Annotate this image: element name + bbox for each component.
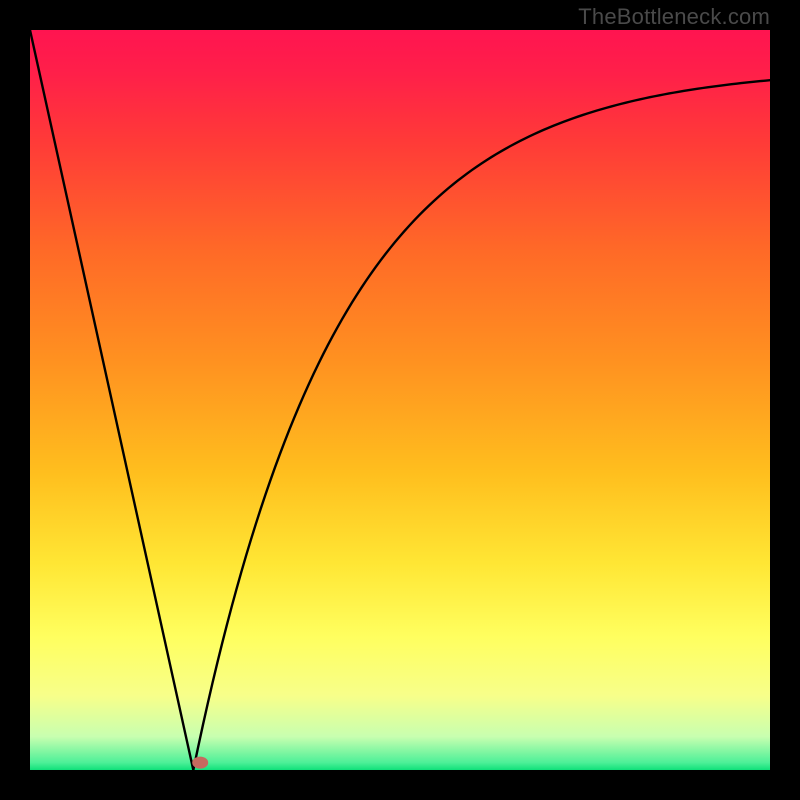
- chart-svg: [30, 30, 770, 770]
- chart-frame: TheBottleneck.com: [0, 0, 800, 800]
- watermark-text: TheBottleneck.com: [578, 4, 770, 30]
- minimum-marker: [192, 757, 208, 769]
- plot-area: [30, 30, 770, 770]
- gradient-background: [30, 30, 770, 770]
